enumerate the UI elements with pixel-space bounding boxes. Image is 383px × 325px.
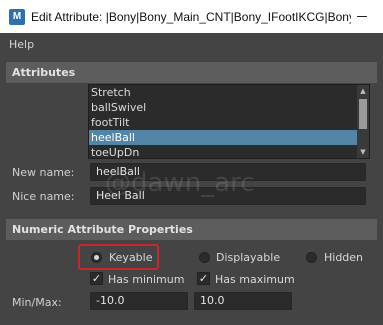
scroll-thumb[interactable] <box>359 99 367 129</box>
nice-name-label: Nice name: <box>12 190 75 203</box>
new-name-field[interactable]: heelBall <box>90 163 366 181</box>
window-title: Edit Attribute: |Bony|Bony_Main_CNT|Bony… <box>31 9 351 24</box>
numeric-properties-header[interactable]: Numeric Attribute Properties <box>6 219 377 240</box>
list-item[interactable]: Stretch <box>89 85 357 100</box>
nice-name-field[interactable]: Heel Ball <box>90 187 366 205</box>
minimize-button[interactable] <box>357 16 367 17</box>
list-item[interactable]: footTilt <box>89 115 357 130</box>
list-item[interactable]: toeUpDn <box>89 145 357 158</box>
attribute-list[interactable]: Stretch ballSwivel footTilt heelBall toe… <box>88 84 370 159</box>
list-item-selected[interactable]: heelBall <box>89 130 357 145</box>
new-name-label: New name: <box>12 166 75 179</box>
minmax-label: Min/Max: <box>12 296 62 309</box>
title-bar: M Edit Attribute: |Bony|Bony_Main_CNT|Bo… <box>0 0 383 33</box>
scroll-down-icon[interactable]: ▼ <box>357 147 369 157</box>
list-scrollbar[interactable]: ▲ ▼ <box>357 85 369 158</box>
has-minimum-checkbox[interactable]: ✓ <box>90 272 103 285</box>
attributes-frame-header[interactable]: Attributes <box>6 62 377 83</box>
maya-app-icon: M <box>9 8 25 25</box>
list-item[interactable]: ballSwivel <box>89 100 357 115</box>
displayable-radio[interactable] <box>199 252 210 263</box>
has-maximum-checkbox[interactable]: ✓ <box>197 272 210 285</box>
keyable-highlight <box>78 244 159 270</box>
displayable-label[interactable]: Displayable <box>216 251 280 264</box>
menu-help[interactable]: Help <box>9 38 34 51</box>
hidden-radio[interactable] <box>306 252 317 263</box>
has-minimum-label[interactable]: Has minimum <box>108 273 184 286</box>
min-field[interactable]: -10.0 <box>90 292 188 310</box>
scroll-up-icon[interactable]: ▲ <box>357 86 369 96</box>
has-maximum-label[interactable]: Has maximum <box>215 273 295 286</box>
max-field[interactable]: 10.0 <box>194 292 292 310</box>
hidden-label[interactable]: Hidden <box>324 251 363 264</box>
menu-bar: Help <box>0 33 383 55</box>
